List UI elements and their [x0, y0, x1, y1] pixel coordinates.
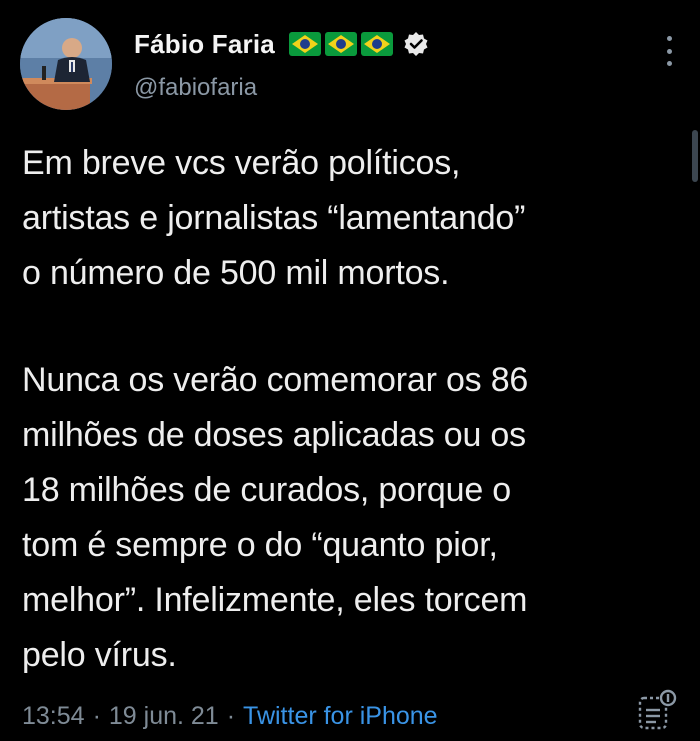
tweet-text-line: Em breve vcs verão políticos,: [22, 144, 461, 182]
tweet-analytics-icon[interactable]: [634, 688, 680, 734]
brazil-flag-icon: [288, 32, 321, 56]
brazil-flag-icon: [360, 32, 393, 56]
scrollbar[interactable]: [692, 130, 698, 182]
verified-badge-icon: [404, 32, 428, 56]
tweet-text-line: melhor”. Infelizmente, eles torcem: [22, 581, 528, 619]
author-name[interactable]: Fábio Faria: [134, 29, 275, 60]
tweet-metadata: 13:54 · 19 jun. 21 · Twitter for iPhone: [22, 697, 438, 735]
tweet-text-line: pelo vírus.: [22, 636, 177, 674]
separator: ·: [226, 701, 236, 730]
tweet-text-line: Nunca os verão comemorar os 86: [22, 361, 529, 399]
avatar-image: [20, 18, 112, 110]
tweet-paragraph: Nunca os verão comemorar os 86 milhões d…: [22, 353, 688, 683]
brazil-flag-icon: [324, 32, 357, 56]
author-handle[interactable]: @fabiofaria: [134, 74, 257, 102]
avatar[interactable]: [20, 18, 112, 110]
tweet-text-line: tom é sempre o do “quanto pior,: [22, 526, 498, 564]
tweet: Fábio Faria @fabiofaria Em breve vcs ver…: [0, 0, 700, 741]
tweet-text-line: o número de 500 mil mortos.: [22, 254, 450, 292]
tweet-source-link[interactable]: Twitter for iPhone: [243, 702, 438, 731]
separator: ·: [92, 701, 101, 730]
tweet-time[interactable]: 13:54: [22, 702, 85, 731]
author-name-row: Fábio Faria: [134, 26, 429, 62]
tweet-text: Em breve vcs verão políticos, artistas e…: [22, 136, 688, 683]
tweet-text-line: milhões de doses aplicadas ou os: [22, 416, 526, 454]
tweet-text-line: artistas e jornalistas “lamentando”: [22, 199, 526, 237]
more-options-icon[interactable]: [664, 36, 674, 66]
tweet-paragraph: Em breve vcs verão políticos, artistas e…: [22, 136, 688, 301]
tweet-date[interactable]: 19 jun. 21: [109, 702, 219, 731]
tweet-text-line: 18 milhões de curados, porque o: [22, 471, 512, 509]
author-flags: [288, 32, 393, 56]
